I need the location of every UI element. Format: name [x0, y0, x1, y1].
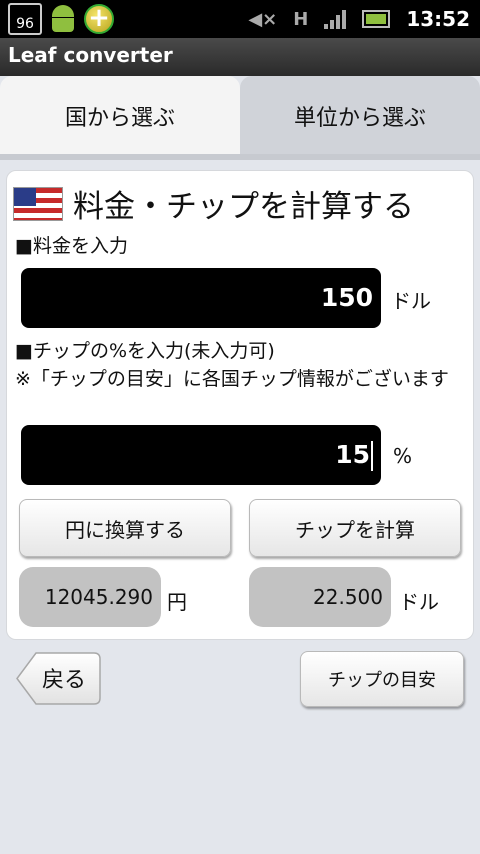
tab-by-country[interactable]: 国から選ぶ — [0, 76, 240, 156]
calculator-card: 料金・チップを計算する ■料金を入力 150 ドル ■チップの%を入力(未入力可… — [6, 170, 474, 640]
tab-bar: 国から選ぶ 単位から選ぶ — [0, 76, 480, 156]
tip-label: ■チップの%を入力(未入力可) — [15, 340, 275, 362]
fee-unit: ドル — [391, 289, 431, 313]
card-title: 料金・チップを計算する — [73, 189, 414, 225]
calculate-tip-button[interactable]: チップを計算 — [249, 499, 461, 557]
back-button-label: 戻る — [42, 668, 87, 693]
tab-by-unit[interactable]: 単位から選ぶ — [240, 76, 480, 156]
tip-note: ※「チップの目安」に各国チップ情報がございます — [15, 368, 449, 390]
yen-result: 12045.290 — [19, 567, 161, 627]
h-network-icon: H — [293, 8, 309, 30]
plus-app-icon — [84, 3, 114, 34]
tip-result: 22.500 — [249, 567, 391, 627]
calendar-icon: 96 — [8, 3, 42, 35]
signal-icon — [324, 9, 347, 29]
text-cursor — [371, 441, 373, 471]
fee-value: 150 — [320, 283, 373, 312]
android-icon — [48, 3, 78, 35]
fee-input[interactable]: 150 — [21, 268, 381, 328]
convert-to-yen-button[interactable]: 円に換算する — [19, 499, 231, 557]
tip-guide-button[interactable]: チップの目安 — [300, 651, 464, 707]
tab-divider — [0, 154, 480, 160]
notification-icons: 96 — [8, 3, 114, 35]
tip-unit: % — [393, 444, 413, 468]
app-title: Leaf converter — [8, 43, 173, 67]
tip-value: 15 — [335, 440, 370, 469]
battery-icon — [362, 10, 391, 28]
card-header: 料金・チップを計算する — [13, 181, 414, 226]
clock: 13:52 — [406, 7, 470, 31]
fee-label: ■料金を入力 — [15, 235, 128, 257]
us-flag-icon — [13, 186, 63, 221]
app-title-bar: Leaf converter — [0, 38, 480, 76]
tip-input[interactable]: 15 — [21, 425, 381, 485]
back-button[interactable]: 戻る — [14, 650, 102, 706]
mute-icon: ◀× — [248, 8, 278, 30]
calendar-day: 96 — [16, 16, 34, 32]
tip-result-unit: ドル — [399, 590, 439, 614]
yen-unit: 円 — [167, 590, 187, 614]
system-icons: ◀× H 13:52 — [248, 0, 470, 38]
status-bar: 96 ◀× H 13:52 — [0, 0, 480, 38]
